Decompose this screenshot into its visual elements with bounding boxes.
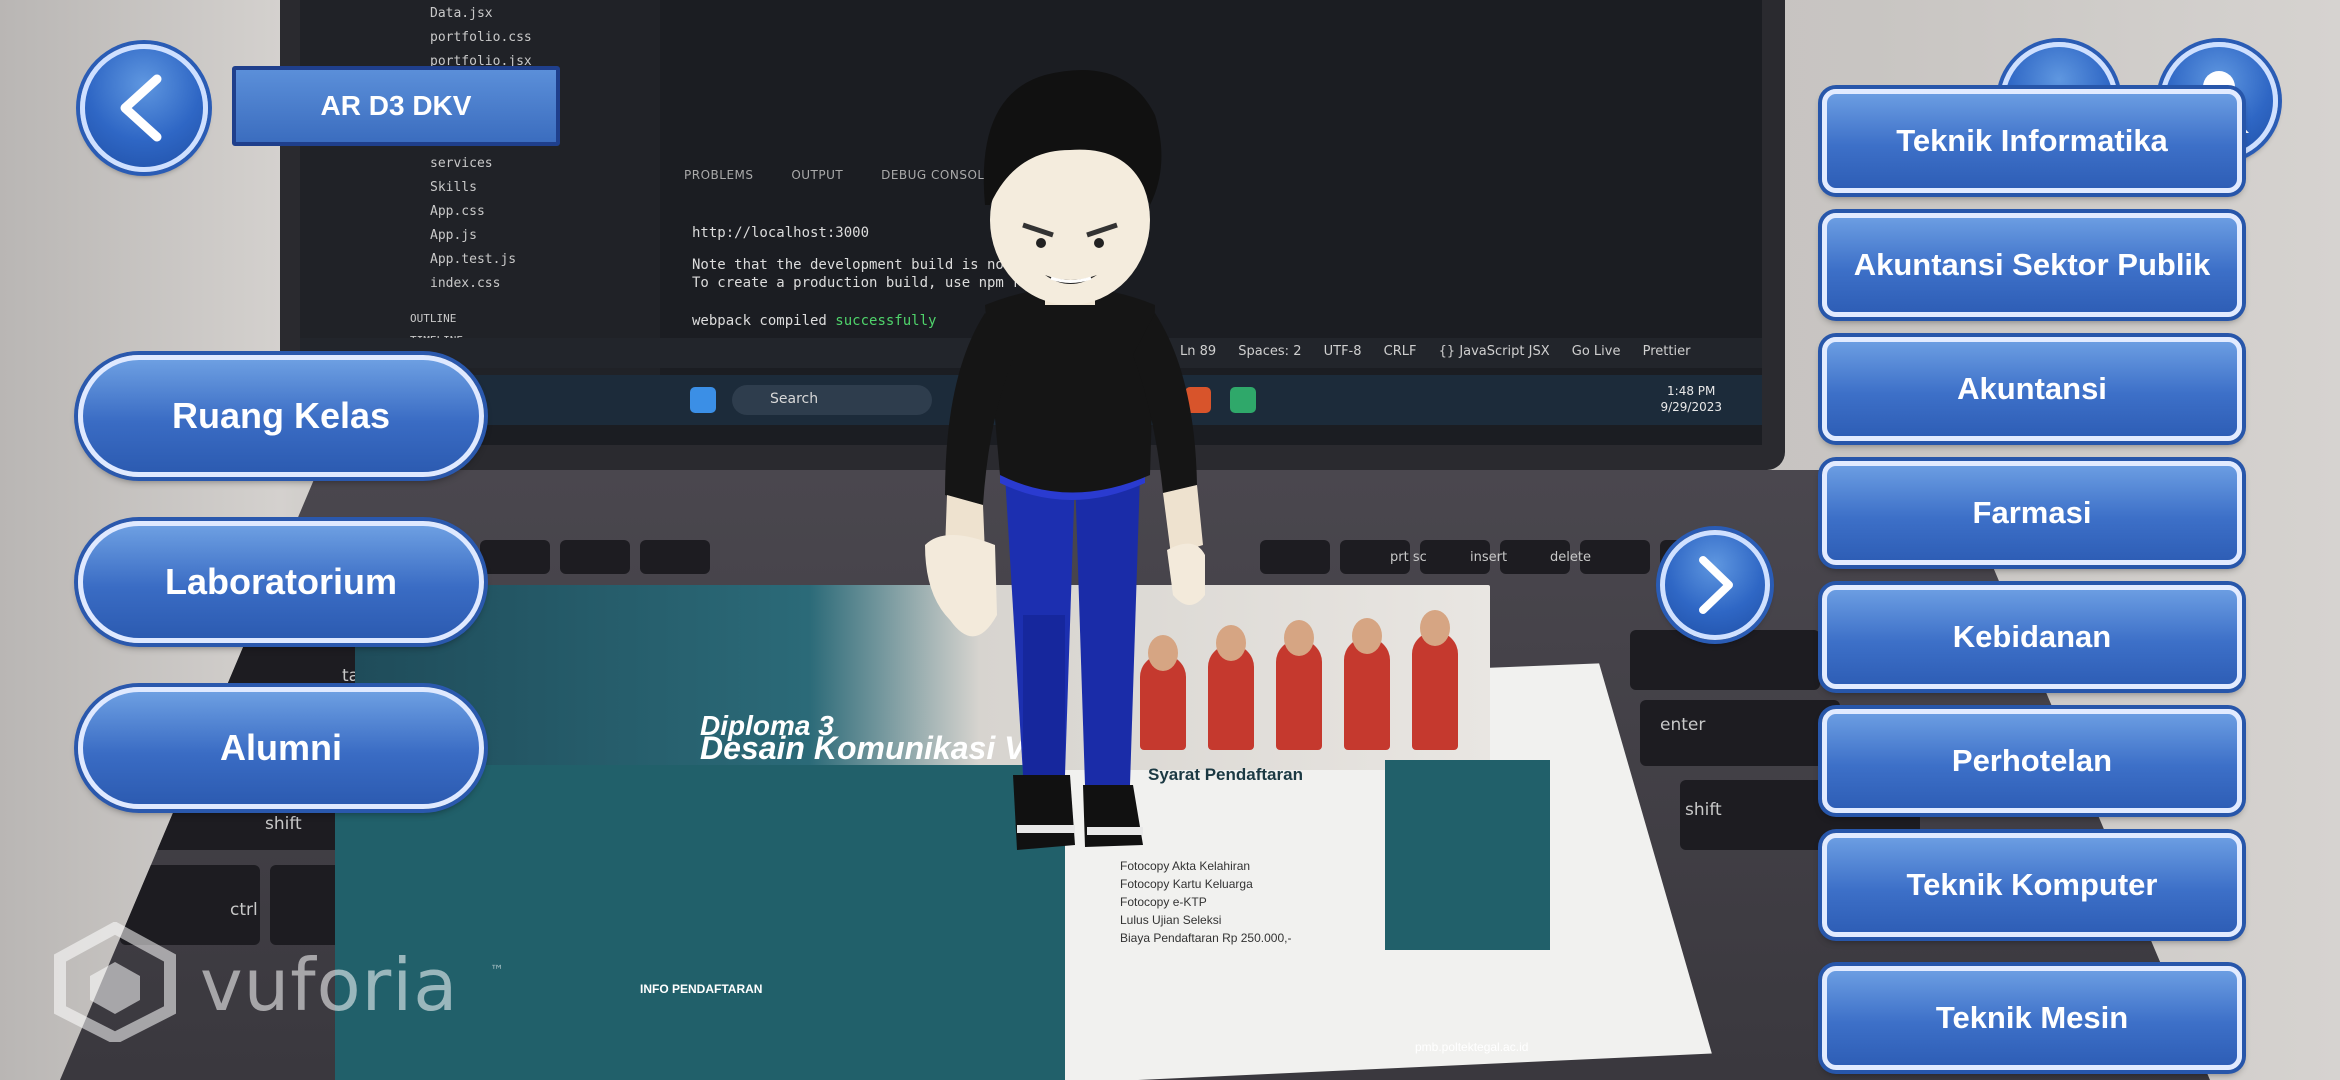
ruang-kelas-button[interactable]: Ruang Kelas: [78, 355, 484, 477]
vuforia-trademark: ™: [490, 963, 504, 979]
teknik-mesin-button[interactable]: Teknik Mesin: [1822, 966, 2242, 1070]
key-label-shift-right: shift: [1685, 800, 1722, 820]
key: [560, 540, 630, 574]
terminal-compiled: webpack compiled successfully: [692, 313, 936, 329]
key-label-enter: enter: [1660, 715, 1706, 735]
tab-output: OUTPUT: [791, 168, 844, 182]
code-editor-explorer: Data.jsx portfolio.css portfolio.jsx ser…: [300, 0, 660, 380]
perhotelan-button[interactable]: Perhotelan: [1822, 709, 2242, 813]
student-face: [1284, 620, 1314, 656]
file-item: index.css: [430, 276, 501, 291]
key-label-prtsc: prt sc: [1390, 550, 1427, 565]
key-label-insert: insert: [1470, 550, 1508, 565]
folder-item: services: [430, 156, 493, 171]
tab-problems: PROBLEMS: [684, 168, 754, 182]
brochure-side-panel: [1385, 760, 1550, 950]
back-button[interactable]: [80, 44, 208, 172]
clock-time: 1:48 PM: [1667, 384, 1716, 398]
student-figure: [1344, 638, 1390, 750]
brochure-website: pmb.poltektegal.ac.id: [1415, 1040, 1529, 1054]
status-prettier: Prettier: [1642, 344, 1691, 359]
status-items: Ln 89 Spaces: 2 UTF-8 CRLF {} JavaScript…: [1180, 344, 1708, 359]
status-eol: CRLF: [1383, 344, 1417, 359]
page-title: AR D3 DKV: [232, 66, 560, 146]
vuforia-logo-icon: [54, 922, 176, 1042]
status-spaces: Spaces: 2: [1238, 344, 1302, 359]
key: [480, 540, 550, 574]
teknik-informatika-button[interactable]: Teknik Informatika: [1822, 89, 2242, 193]
status-language: {} JavaScript JSX: [1438, 344, 1550, 359]
farmasi-button[interactable]: Farmasi: [1822, 461, 2242, 565]
taskbar-search-label: Search: [770, 391, 819, 407]
taskbar-app-icon: [1230, 387, 1256, 413]
brochure-requirement-item: Biaya Pendaftaran Rp 250.000,-: [1120, 931, 1292, 945]
student-figure: [1276, 640, 1322, 750]
ar-character-model[interactable]: [905, 55, 1225, 865]
student-face: [1420, 610, 1450, 646]
brochure-requirement-item: Lulus Ujian Seleksi: [1120, 913, 1222, 927]
file-item: Data.jsx: [430, 6, 493, 21]
alumni-button[interactable]: Alumni: [78, 687, 484, 809]
vuforia-watermark: vuforia: [200, 943, 459, 1027]
clock-date: 9/29/2023: [1660, 400, 1722, 414]
key: [640, 540, 710, 574]
forward-arrow-icon: [1699, 556, 1733, 614]
student-figure: [1412, 632, 1458, 750]
status-golive: Go Live: [1571, 344, 1621, 359]
windows-start-icon: [690, 387, 716, 413]
next-button[interactable]: [1660, 530, 1770, 640]
brochure-requirement-item: Fotocopy Kartu Keluarga: [1120, 877, 1253, 891]
file-item: App.test.js: [430, 252, 517, 267]
teknik-komputer-button[interactable]: Teknik Komputer: [1822, 833, 2242, 937]
key: [1260, 540, 1330, 574]
student-face: [1352, 618, 1382, 654]
brochure-requirement-item: Fotocopy e-KTP: [1120, 895, 1207, 909]
akuntansi-button[interactable]: Akuntansi: [1822, 337, 2242, 441]
file-item: App.js: [430, 228, 477, 243]
back-arrow-icon: [120, 74, 162, 142]
file-item: portfolio.css: [430, 30, 532, 45]
kebidanan-button[interactable]: Kebidanan: [1822, 585, 2242, 689]
akuntansi-sektor-publik-button[interactable]: Akuntansi Sektor Publik: [1822, 213, 2242, 317]
terminal-url: http://localhost:3000: [692, 225, 870, 241]
key-label-shift: shift: [265, 814, 302, 834]
status-encoding: UTF-8: [1323, 344, 1362, 359]
file-item: App.css: [430, 204, 485, 219]
folder-item: Skills: [430, 180, 477, 195]
taskbar-clock: 1:48 PM 9/29/2023: [1660, 383, 1722, 415]
terminal-compiled-prefix: webpack compiled: [692, 313, 836, 329]
key-label-ctrl: ctrl: [230, 900, 258, 920]
brochure-info-label: INFO PENDAFTARAN: [640, 982, 763, 996]
taskbar-search-box: [732, 385, 932, 415]
laboratorium-button[interactable]: Laboratorium: [78, 521, 484, 643]
key-label-delete: delete: [1550, 550, 1591, 565]
outline-section: OUTLINE: [410, 312, 457, 325]
